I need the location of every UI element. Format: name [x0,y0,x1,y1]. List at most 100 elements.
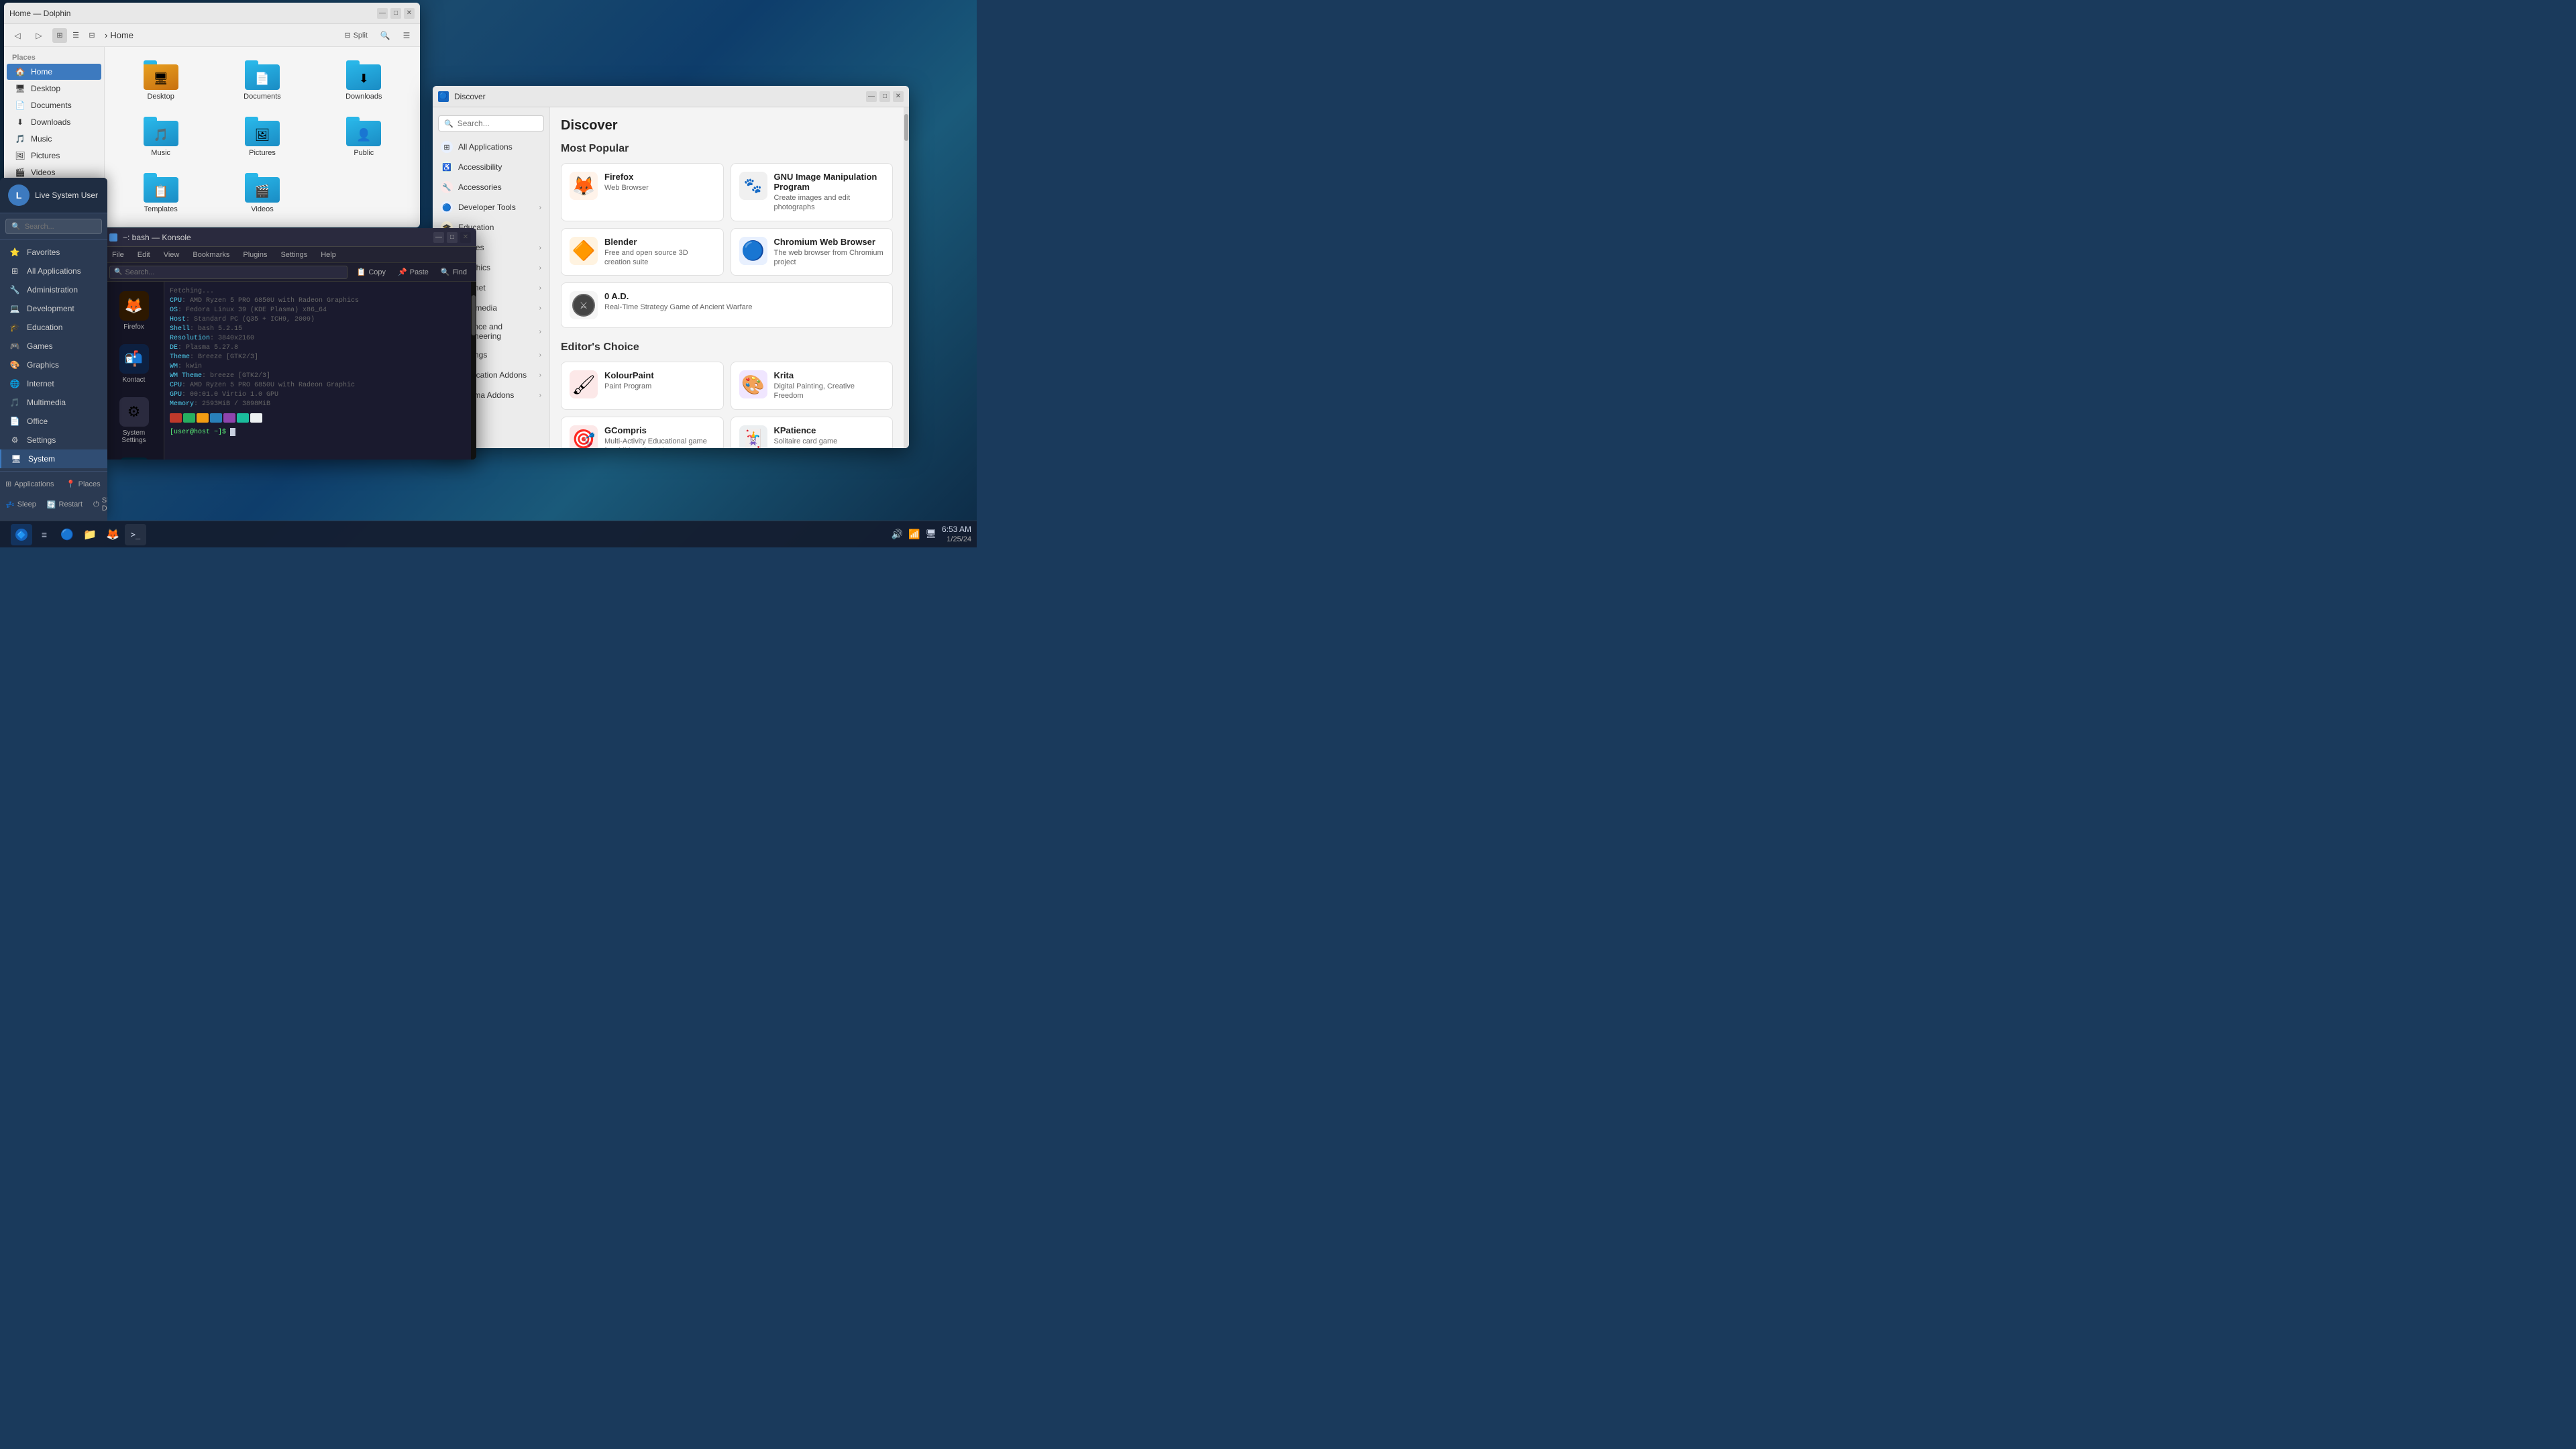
discover-nav-developer-tools[interactable]: 🔵 Developer Tools › [433,197,549,217]
discover-app-blender[interactable]: 🔶 Blender Free and open source 3D creati… [561,228,724,276]
konsole-terminal[interactable]: Fetching... CPU: AMD Ryzen 5 PRO 6850U w… [164,282,471,460]
taskbar-task-manager-btn[interactable]: ≡ [34,524,55,545]
konsole-menu-file[interactable]: File [109,250,127,260]
discover-scrollbar[interactable] [904,107,909,448]
konsole-app-kontact[interactable]: 📬 Kontact [109,340,158,388]
appmenu-nav-multimedia[interactable]: 🎵 Multimedia [0,393,107,412]
discover-science-arrow: › [539,328,541,335]
dolphin-folder-documents[interactable]: 📄 Documents [214,55,310,106]
discover-nav-accessories[interactable]: 🔧 Accessories [433,177,549,197]
discover-minimize-btn[interactable]: — [866,91,877,102]
appmenu-shutdown-btn[interactable]: ⏻ Shut Down [88,492,107,517]
konsole-menu-view[interactable]: View [161,250,182,260]
appmenu-nav-administration[interactable]: 🔧 Administration [0,280,107,299]
appmenu-nav-office[interactable]: 📄 Office [0,412,107,431]
dolphin-folder-pictures[interactable]: 🖼 Pictures [214,111,310,162]
appmenu-applications-btn[interactable]: ⊞ Applications [0,476,60,492]
appmenu-nav-all-apps[interactable]: ⊞ All Applications [0,262,107,280]
discover-app-gcompris[interactable]: 🎯 GCompris Multi-Activity Educational ga… [561,417,724,448]
konsole-find-btn[interactable]: 🔍 Find [437,266,471,278]
dolphin-folder-music[interactable]: 🎵 Music [113,111,209,162]
appmenu-nav-games[interactable]: 🎮 Games [0,337,107,356]
konsole-menu-help[interactable]: Help [318,250,339,260]
discover-app-gimp[interactable]: 🐾 GNU Image Manipulation Program Create … [731,163,894,221]
dolphin-split-btn[interactable]: ⊟ Split [340,30,372,41]
taskbar-discover-btn[interactable]: 🔵 [56,524,78,545]
appmenu-nav-education[interactable]: 🎓 Education [0,318,107,337]
discover-app-firefox[interactable]: 🦊 Firefox Web Browser [561,163,724,221]
konsole-app-settings[interactable]: ⚙ System Settings [109,393,158,448]
discover-app-chromium[interactable]: 🔵 Chromium Web Browser The web browser f… [731,228,894,276]
konsole-menu-plugins[interactable]: Plugins [240,250,270,260]
dolphin-folder-videos[interactable]: 🎬 Videos [214,168,310,219]
konsole-app-dolphin[interactable]: 🐬 Dolphin [109,453,158,460]
appmenu-nav-favorites[interactable]: ⭐ Favorites [0,243,107,262]
dolphin-back-btn[interactable]: ◁ [9,28,25,44]
taskbar-display-icon[interactable]: 🖥 [925,529,936,539]
discover-scrollbar-thumb[interactable] [904,114,908,141]
taskbar-terminal-btn[interactable]: >_ [125,524,146,545]
dolphin-maximize-btn[interactable]: □ [390,8,401,19]
discover-app-kolourpaint[interactable]: 🖌 KolourPaint Paint Program [561,362,724,410]
dolphin-menu-btn[interactable]: ☰ [398,28,415,44]
dolphin-sidebar-pictures[interactable]: 🖼 Pictures [7,148,101,164]
taskbar-firefox-btn[interactable]: 🦊 [102,524,123,545]
dolphin-sidebar-downloads[interactable]: ⬇ Downloads [7,114,101,130]
dolphin-forward-btn[interactable]: ▷ [31,28,47,44]
konsole-paste-btn[interactable]: 📌 Paste [394,266,433,278]
konsole-scrollbar-thumb[interactable] [472,295,476,335]
appmenu-sleep-btn[interactable]: 💤 Sleep [0,492,42,517]
dolphin-path-home[interactable]: Home [110,30,133,40]
dolphin-folder-downloads-icon: ⬇ [346,60,381,90]
discover-close-btn[interactable]: ✕ [893,91,904,102]
dolphin-sidebar-home[interactable]: 🏠 Home [7,64,101,80]
konsole-menu-edit[interactable]: Edit [135,250,153,260]
dolphin-sidebar-music[interactable]: 🎵 Music [7,131,101,147]
dolphin-folder-desktop[interactable]: 🖥 Desktop [113,55,209,106]
dolphin-sidebar-documents[interactable]: 📄 Documents [7,97,101,113]
taskbar-dolphin-btn[interactable]: 📁 [79,524,101,545]
appmenu-nav-graphics[interactable]: 🎨 Graphics [0,356,107,374]
konsole-menu-bookmarks[interactable]: Bookmarks [190,250,232,260]
dolphin-list-view-btn[interactable]: ☰ [68,28,83,43]
konsole-app-firefox[interactable]: 🦊 Firefox [109,287,158,335]
taskbar-appmenu-btn[interactable]: 🔷 [11,524,32,545]
taskbar-volume-icon[interactable]: 🔊 [892,529,903,540]
discover-nav-all-apps[interactable]: ⊞ All Applications [433,137,549,157]
dolphin-close-btn[interactable]: ✕ [404,8,415,19]
discover-nav-accessibility[interactable]: ♿ Accessibility [433,157,549,177]
discover-app-krita[interactable]: 🎨 Krita Digital Painting, Creative Freed… [731,362,894,410]
appmenu-nav-settings[interactable]: ⚙ Settings [0,431,107,449]
konsole-scrollbar[interactable] [471,282,476,460]
konsole-menu-settings[interactable]: Settings [278,250,310,260]
dolphin-folder-templates[interactable]: 📋 Templates [113,168,209,219]
discover-accessibility-label: Accessibility [458,162,502,172]
appmenu-nav-internet[interactable]: 🌐 Internet [0,374,107,393]
konsole-minimize-btn[interactable]: — [433,232,444,243]
konsole-search-input[interactable] [125,268,342,276]
taskbar-clock[interactable]: 6:53 AM 1/25/24 [942,525,971,545]
dolphin-folder-public[interactable]: 👤 Public [316,111,412,162]
dolphin-folder-downloads[interactable]: ⬇ Downloads [316,55,412,106]
konsole-close-btn[interactable]: ✕ [460,232,471,243]
terminal-line-4: Host: Standard PC (Q35 + ICH9, 2009) [170,315,466,325]
discover-app-kpatience[interactable]: 🃏 KPatience Solitaire card game [731,417,894,448]
discover-app-0ad[interactable]: ⚔ 0 A.D. Real-Time Strategy Game of Anci… [561,282,893,328]
dolphin-search-btn[interactable]: 🔍 [377,28,393,44]
konsole-copy-btn[interactable]: 📋 Copy [353,266,390,278]
appmenu-search-input[interactable] [25,223,96,231]
appmenu-places-btn[interactable]: 📍 Places [60,476,107,492]
dolphin-minimize-btn[interactable]: — [377,8,388,19]
appmenu-nav-development[interactable]: 💻 Development [0,299,107,318]
konsole-maximize-btn[interactable]: □ [447,232,458,243]
appmenu-nav-system[interactable]: 🖥 System [0,449,107,468]
konsole-window-controls: — □ ✕ [433,232,471,243]
dolphin-folder-public-icon: 👤 [346,117,381,146]
dolphin-detail-view-btn[interactable]: ⊟ [85,28,99,43]
dolphin-sidebar-desktop[interactable]: 🖥 Desktop [7,80,101,97]
dolphin-icon-view-btn[interactable]: ⊞ [52,28,67,43]
taskbar-network-icon[interactable]: 📶 [908,529,920,540]
appmenu-restart-btn[interactable]: 🔄 Restart [42,492,88,517]
discover-search-input[interactable] [458,119,538,128]
discover-maximize-btn[interactable]: □ [879,91,890,102]
